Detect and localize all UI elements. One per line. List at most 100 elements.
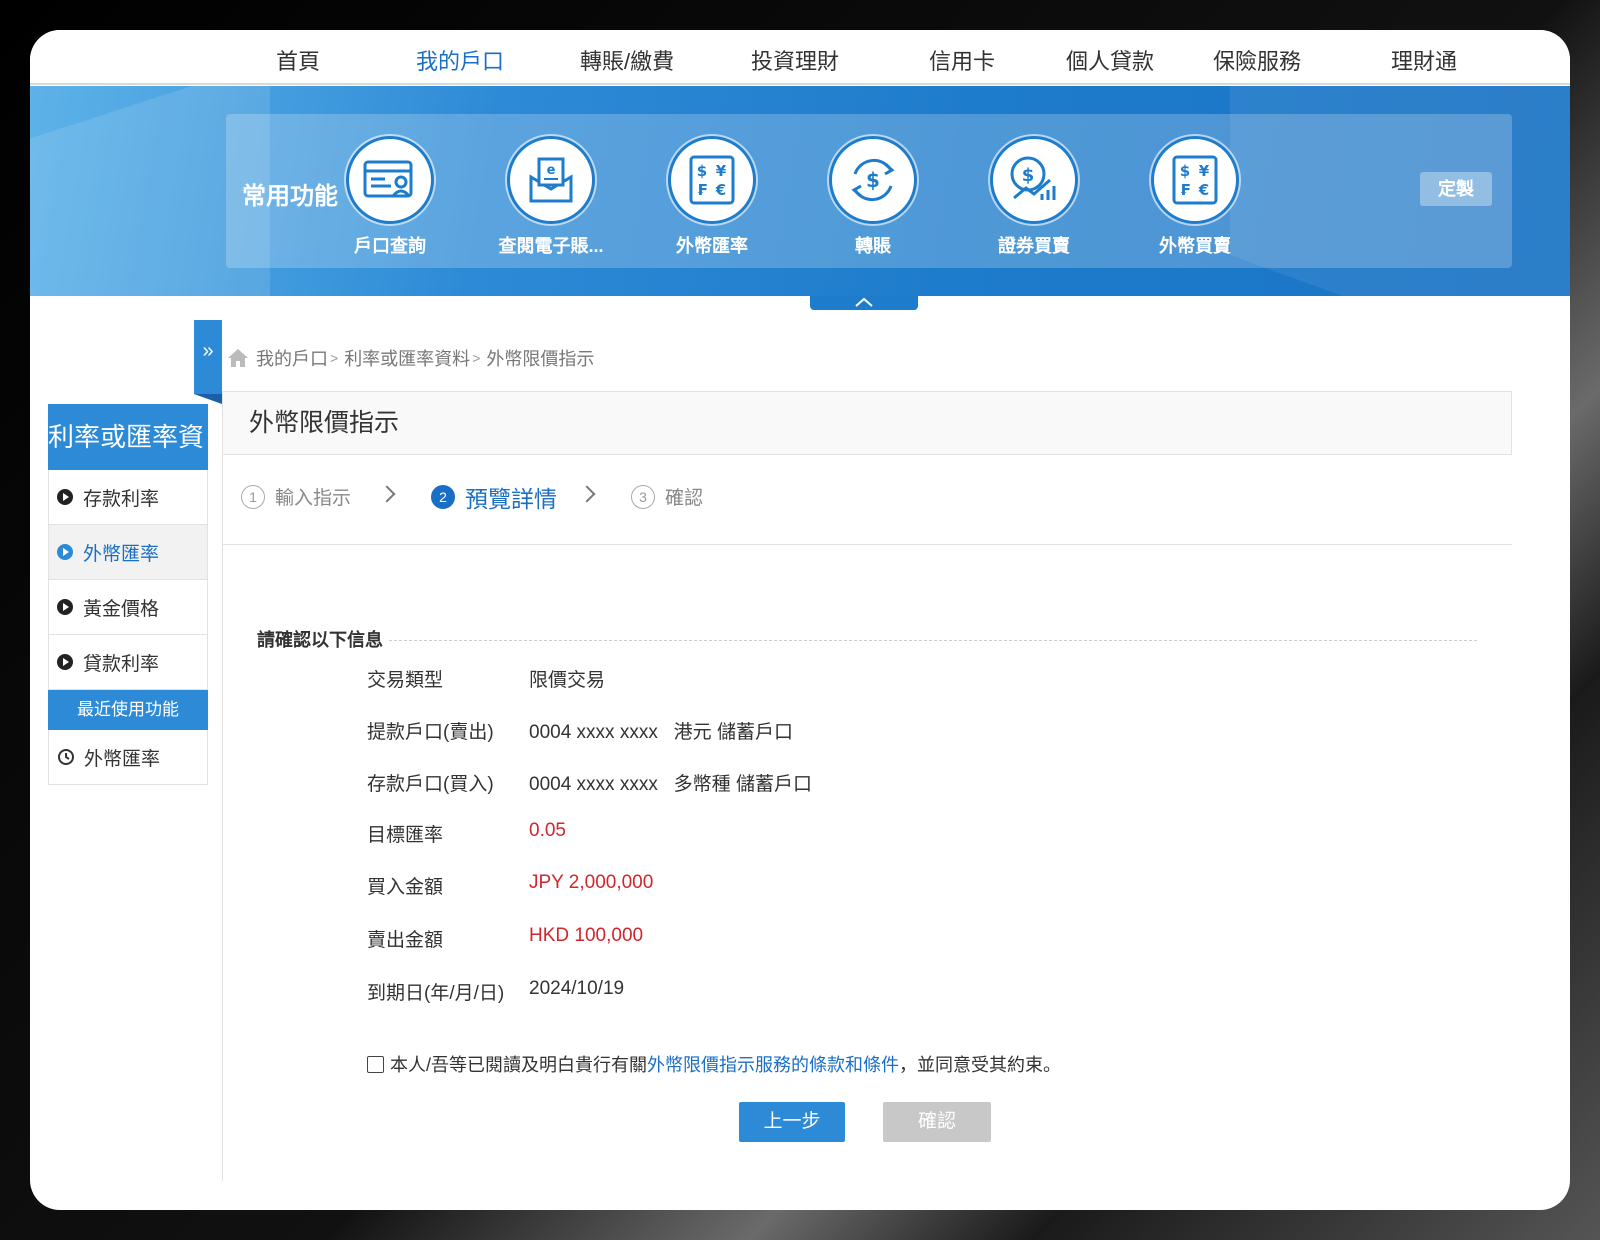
quick-label: 證券買賣 xyxy=(998,236,1070,256)
detail-value: 2024/10/19 xyxy=(529,978,625,999)
breadcrumb-item[interactable]: 利率或匯率資料 xyxy=(344,345,470,371)
nav-my-account[interactable]: 我的戶口 xyxy=(416,44,504,76)
chevron-right-icon xyxy=(378,485,396,503)
quick-function-banner: 常用功能 戶口查詢 e 查閱電子賬... $ ¥ ₣ € 外幣匯率 $ 轉賬 $… xyxy=(30,86,1570,296)
detail-row-sell-amount: 賣出金額 HKD 100,000 xyxy=(367,925,643,953)
dashed-divider xyxy=(389,639,1477,641)
terms-checkbox[interactable] xyxy=(367,1055,384,1073)
quick-fx-trade[interactable]: $ ¥ ₣ € 外幣買賣 xyxy=(1115,136,1275,266)
customize-button[interactable]: 定製 xyxy=(1420,172,1492,206)
terms-text-prefix: 本人/吾等已閱讀及明白貴行有關 xyxy=(390,1055,647,1075)
recent-item-fx-rate[interactable]: 外幣匯率 xyxy=(48,730,208,785)
detail-label: 到期日(年/月/日) xyxy=(367,983,505,1004)
confirm-button[interactable]: 確認 xyxy=(883,1102,991,1142)
svg-text:€: € xyxy=(715,181,726,199)
sidebar-item-label: 黃金價格 xyxy=(83,598,160,620)
sidebar-item-label: 貸款利率 xyxy=(83,653,160,675)
detail-row-buy-amount: 買入金額 JPY 2,000,000 xyxy=(367,872,653,900)
main-panel: 外幣限價指示 1 輸入指示 2 預覽詳情 3 確認 請確認以下信息 交易類型 限… xyxy=(222,391,1512,1181)
sidebar-item-loan-rate[interactable]: 貸款利率 xyxy=(48,635,208,690)
quick-panel: 常用功能 戶口查詢 e 查閱電子賬... $ ¥ ₣ € 外幣匯率 $ 轉賬 $… xyxy=(226,114,1512,268)
quick-securities[interactable]: $ 證券買賣 xyxy=(954,136,1114,266)
svg-text:¥: ¥ xyxy=(1199,162,1210,180)
detail-row-transaction-type: 交易類型 限價交易 xyxy=(367,665,605,693)
terms-text-suffix: ，並同意受其約束。 xyxy=(899,1055,1061,1075)
chevron-up-icon xyxy=(855,297,873,307)
quick-e-statement[interactable]: e 查閱電子賬... xyxy=(471,136,631,266)
nav-wealth-connect[interactable]: 理財通 xyxy=(1391,44,1457,76)
detail-row-debit-account: 提款戶口(賣出) 0004 xxxx xxxx 港元 儲蓄戶口 xyxy=(367,717,793,745)
detail-row-expiry-date: 到期日(年/月/日) 2024/10/19 xyxy=(367,978,624,1006)
nav-transfer-payment[interactable]: 轉賬/繳費 xyxy=(580,44,674,76)
svg-text:e: e xyxy=(547,163,556,178)
nav-insurance[interactable]: 保險服務 xyxy=(1213,44,1301,76)
svg-text:$: $ xyxy=(1180,162,1190,180)
sidebar-item-label: 外幣匯率 xyxy=(83,543,160,565)
sidebar-item-gold-price[interactable]: 黃金價格 xyxy=(48,580,208,635)
sidebar-item-deposit-rate[interactable]: 存款利率 xyxy=(48,470,208,525)
breadcrumb-item: 外幣限價指示 xyxy=(486,349,595,369)
play-circle-icon xyxy=(57,599,73,615)
home-icon[interactable] xyxy=(226,347,250,369)
sidebar-item-label: 存款利率 xyxy=(83,488,160,510)
quick-label: 戶口查詢 xyxy=(354,236,426,256)
play-circle-icon xyxy=(57,489,73,505)
browser-frame: 首頁 我的戶口 轉賬/繳費 投資理財 信用卡 個人貸款 保險服務 理財通 常用功… xyxy=(30,30,1570,1210)
detail-label: 交易類型 xyxy=(367,670,444,691)
detail-row-credit-account: 存款戶口(買入) 0004 xxxx xxxx 多幣種 儲蓄戶口 xyxy=(367,769,812,797)
transfer-icon: $ xyxy=(829,136,917,224)
detail-value: 0.05 xyxy=(529,820,566,841)
recent-functions-heading: 最近使用功能 xyxy=(48,690,208,730)
currency-exchange-icon: $ ¥ ₣ € xyxy=(668,136,756,224)
page-title: 外幣限價指示 xyxy=(223,391,1512,455)
step-3: 3 確認 xyxy=(631,483,703,510)
step-2: 2 預覽詳情 xyxy=(431,480,557,514)
clock-icon xyxy=(58,749,74,765)
top-nav: 首頁 我的戶口 轉賬/繳費 投資理財 信用卡 個人貸款 保險服務 理財通 xyxy=(30,30,1570,85)
breadcrumb-separator: > xyxy=(472,350,481,366)
quick-label: 查閱電子賬... xyxy=(498,236,604,256)
step-1: 1 輸入指示 xyxy=(241,483,351,510)
quick-account-enquiry[interactable]: 戶口查詢 xyxy=(310,136,470,266)
chevron-right-icon xyxy=(578,485,596,503)
quick-label: 轉賬 xyxy=(855,236,891,256)
previous-step-button[interactable]: 上一步 xyxy=(739,1102,845,1142)
detail-label: 買入金額 xyxy=(367,877,444,898)
step-number: 3 xyxy=(631,484,655,509)
svg-text:$: $ xyxy=(1022,165,1035,186)
confirm-heading-text: 請確認以下信息 xyxy=(257,630,383,650)
sidebar-toggle-button[interactable]: » xyxy=(194,320,222,404)
detail-label: 目標匯率 xyxy=(367,825,444,846)
svg-text:₣: ₣ xyxy=(697,181,707,199)
terms-link[interactable]: 外幣限價指示服務的條款和條件 xyxy=(647,1051,899,1077)
step-label: 預覽詳情 xyxy=(465,486,557,512)
step-label: 輸入指示 xyxy=(275,488,352,509)
nav-personal-loan[interactable]: 個人貸款 xyxy=(1066,44,1154,76)
sidebar-item-fx-rate[interactable]: 外幣匯率 xyxy=(48,525,208,580)
svg-text:$: $ xyxy=(866,168,880,192)
step-number: 2 xyxy=(431,485,455,509)
detail-value: 限價交易 xyxy=(529,670,606,691)
step-number: 1 xyxy=(241,484,265,509)
double-chevron-right-icon: » xyxy=(202,340,214,362)
detail-row-target-rate: 目標匯率 0.05 xyxy=(367,820,566,848)
sidebar-title: 利率或匯率資 xyxy=(48,404,208,470)
nav-investment[interactable]: 投資理財 xyxy=(751,44,839,76)
quick-label: 外幣匯率 xyxy=(676,236,748,256)
nav-credit-card[interactable]: 信用卡 xyxy=(929,44,995,76)
detail-value: HKD 100,000 xyxy=(529,925,644,946)
svg-text:€: € xyxy=(1198,181,1209,199)
quick-fx-rate[interactable]: $ ¥ ₣ € 外幣匯率 xyxy=(632,136,792,266)
collapse-banner-button[interactable] xyxy=(810,296,918,310)
svg-text:₣: ₣ xyxy=(1180,181,1190,199)
step-label: 確認 xyxy=(665,488,704,509)
breadcrumb-item[interactable]: 我的戶口 xyxy=(256,345,328,371)
detail-label: 賣出金額 xyxy=(367,930,444,951)
quick-transfer[interactable]: $ 轉賬 xyxy=(793,136,953,266)
quick-label: 外幣買賣 xyxy=(1159,236,1231,256)
svg-text:¥: ¥ xyxy=(716,162,727,180)
terms-agreement: 本人/吾等已閱讀及明白貴行有關 外幣限價指示服務的條款和條件 ，並同意受其約束。 xyxy=(367,1051,1061,1077)
detail-label: 提款戶口(賣出) xyxy=(367,722,494,743)
nav-home[interactable]: 首頁 xyxy=(276,44,320,76)
securities-icon: $ xyxy=(990,136,1078,224)
